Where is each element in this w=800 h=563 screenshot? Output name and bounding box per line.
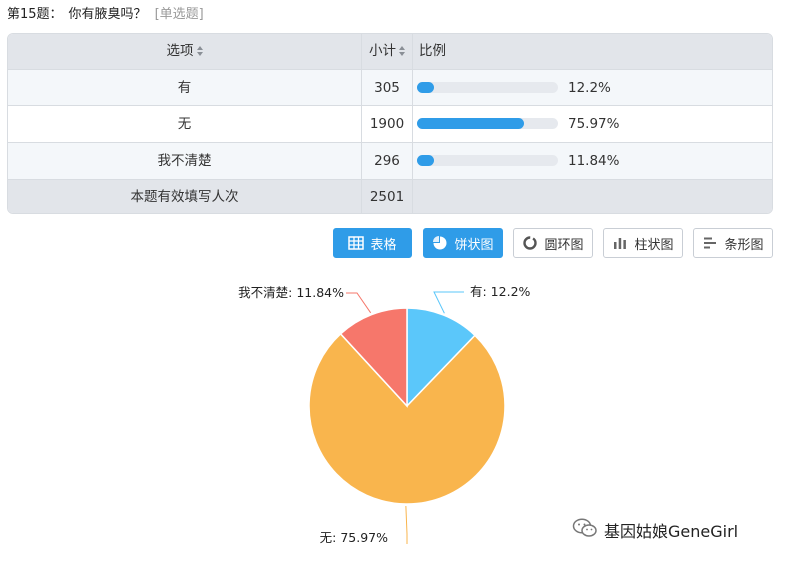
table-row: 无 1900 75.97% <box>8 105 772 142</box>
row-percent: 12.2% <box>568 80 611 96</box>
progress-fill <box>417 155 434 166</box>
progress-track <box>417 155 558 166</box>
table-icon <box>348 235 365 251</box>
watermark: 基因姑娘GeneGirl <box>572 517 738 543</box>
row-count: 1900 <box>362 106 413 142</box>
row-percent: 75.97% <box>568 116 620 132</box>
row-count: 305 <box>362 70 413 105</box>
pie-view-label: 饼状图 <box>454 237 494 253</box>
results-table: 选项 小计 比例 有 305 12.2% 无 1900 75.97% 我不清楚 … <box>7 33 773 214</box>
pie-label-leader <box>433 291 464 314</box>
pie-view-button[interactable]: 饼状图 <box>423 228 503 258</box>
progress-track <box>417 118 558 129</box>
sort-icon[interactable] <box>399 46 405 56</box>
row-ratio: 12.2% <box>413 70 772 105</box>
question-number: 第15题： <box>7 7 63 22</box>
total-label: 本题有效填写人次 <box>8 180 362 213</box>
table-row: 我不清楚 296 11.84% <box>8 142 772 179</box>
pie-slice-label: 我不清楚: 11.84% <box>238 285 344 300</box>
total-count: 2501 <box>362 180 413 213</box>
question-type: [单选题] <box>154 7 204 22</box>
row-option: 有 <box>8 70 362 105</box>
question-text: 你有腋臭吗？ <box>68 7 147 22</box>
table-view-label: 表格 <box>370 237 397 253</box>
row-percent: 11.84% <box>568 153 620 169</box>
pie-label-leader <box>346 292 372 314</box>
horizontal-bar-icon <box>702 235 718 251</box>
hbar-view-label: 条形图 <box>724 237 764 253</box>
bar-chart-icon <box>612 235 628 251</box>
progress-fill <box>417 82 435 93</box>
bar-view-button[interactable]: 柱状图 <box>603 228 683 258</box>
header-option[interactable]: 选项 <box>8 34 362 69</box>
sort-icon[interactable] <box>196 46 203 56</box>
pie-chart-icon <box>432 235 448 251</box>
pie-slice-label: 有: 12.2% <box>470 284 531 299</box>
row-ratio: 11.84% <box>413 143 772 179</box>
table-total-row: 本题有效填写人次 2501 <box>8 179 772 213</box>
row-option: 我不清楚 <box>8 143 362 179</box>
question-title: 第15题： 你有腋臭吗？ [单选题] <box>7 3 204 22</box>
progress-track <box>417 82 558 93</box>
wechat-icon <box>572 517 598 543</box>
pie-slice-label: 无: 75.97% <box>320 530 388 545</box>
pie-label-leader <box>405 505 408 544</box>
table-view-button[interactable]: 表格 <box>333 228 412 258</box>
header-ratio: 比例 <box>419 43 446 59</box>
row-ratio: 75.97% <box>413 106 772 142</box>
hbar-view-button[interactable]: 条形图 <box>693 228 773 258</box>
donut-view-label: 圆环图 <box>544 237 584 253</box>
donut-chart-icon <box>522 235 538 251</box>
progress-fill <box>417 118 525 129</box>
row-count: 296 <box>362 143 413 179</box>
bar-view-label: 柱状图 <box>634 237 674 253</box>
header-count[interactable]: 小计 <box>362 34 413 69</box>
watermark-text: 基因姑娘GeneGirl <box>604 522 739 541</box>
table-header: 选项 小计 比例 <box>8 34 772 69</box>
table-row: 有 305 12.2% <box>8 69 772 105</box>
row-option: 无 <box>8 106 362 142</box>
donut-view-button[interactable]: 圆环图 <box>513 228 593 258</box>
